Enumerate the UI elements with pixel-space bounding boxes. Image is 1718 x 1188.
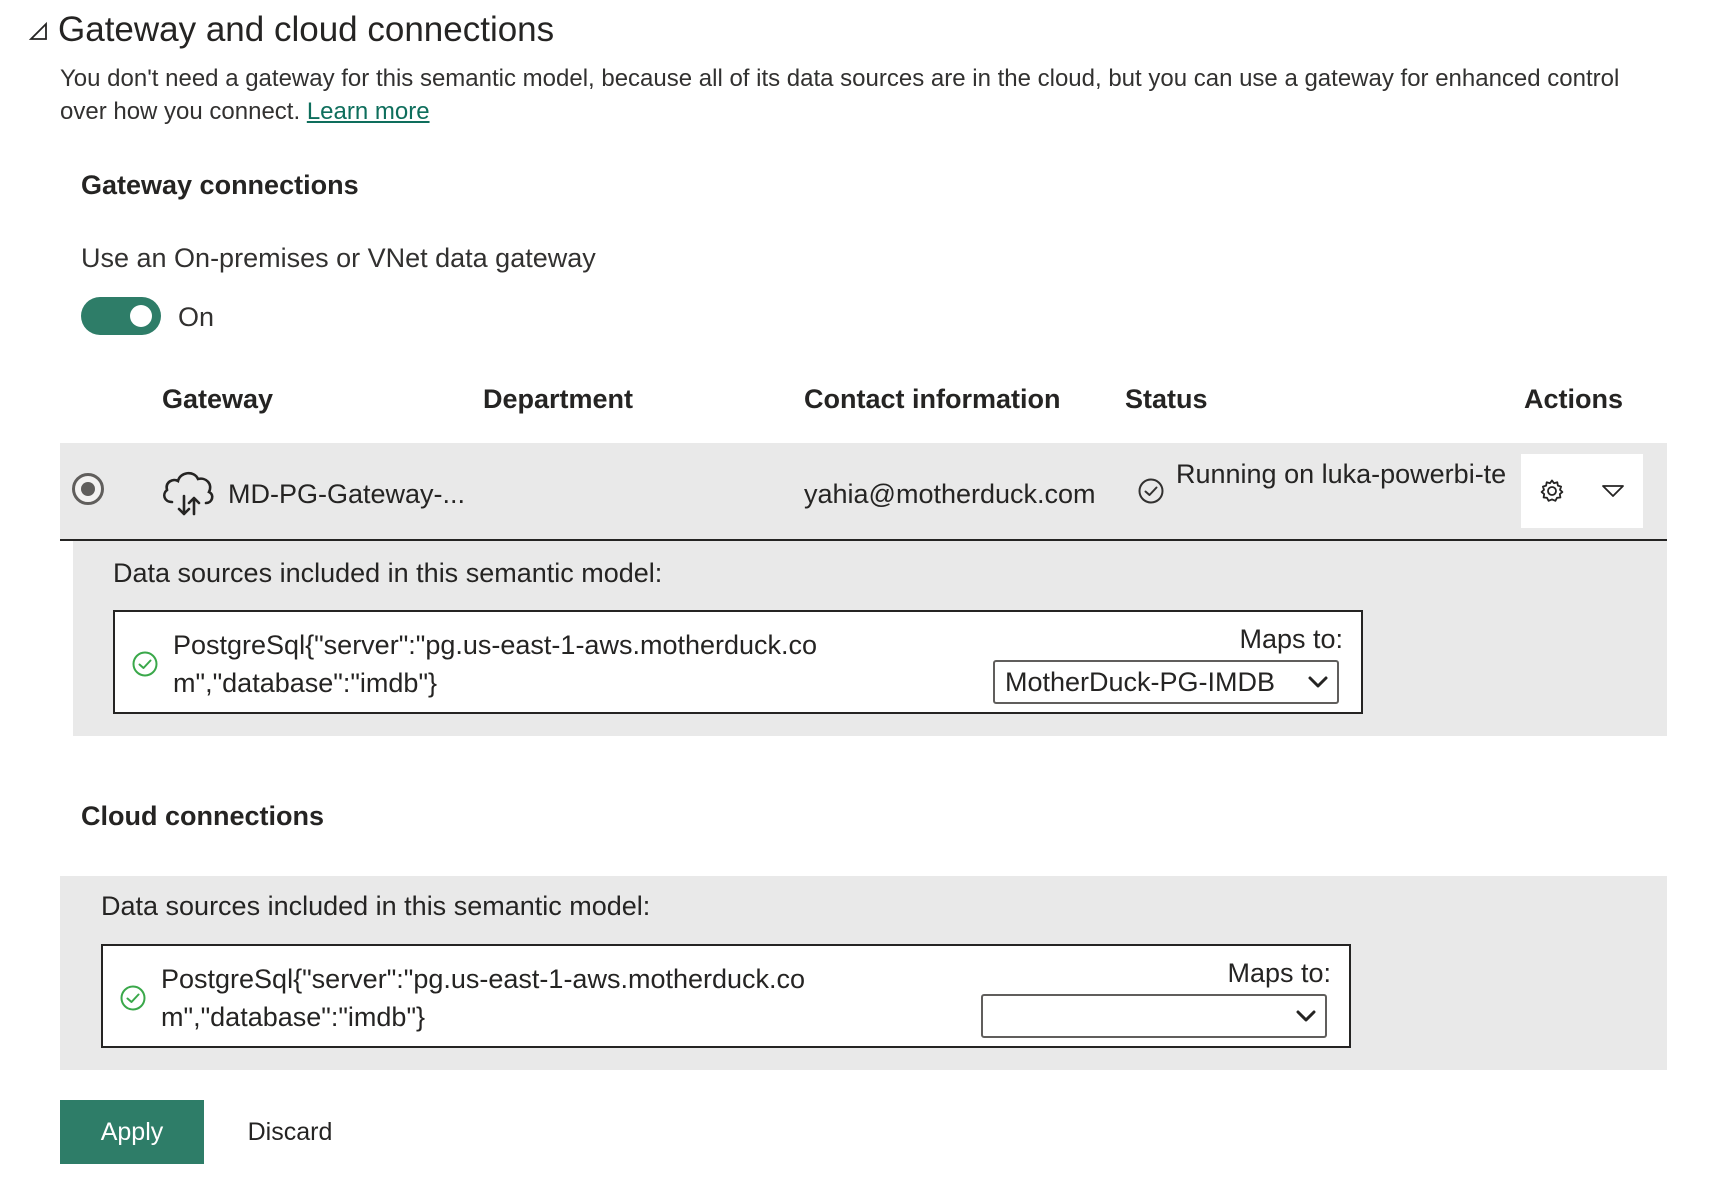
gateway-radio[interactable] [72,473,104,505]
cloud-datasource-item: PostgreSql{"server":"pg.us-east-1-aws.mo… [101,944,1351,1048]
gateway-maps-to-label: Maps to: [1239,624,1343,654]
gateway-datasource-item: PostgreSql{"server":"pg.us-east-1-aws.mo… [113,610,1363,714]
cloud-connections-heading: Cloud connections [81,801,324,831]
success-check-icon [120,985,146,1011]
cloud-maps-to-select[interactable] [981,994,1327,1038]
cloud-datasource-text: PostgreSql{"server":"pg.us-east-1-aws.mo… [161,964,806,1032]
collapse-triangle-icon[interactable] [28,21,50,43]
column-header-actions: Actions [1524,384,1624,414]
gateway-status: Running on luka-powerbi-te [1176,459,1507,489]
gateway-toggle-label: Use an On-premises or VNet data gateway [81,243,596,273]
gateway-datasources-label: Data sources included in this semantic m… [113,558,663,588]
chevron-down-icon[interactable] [1593,471,1633,511]
gateway-name: MD-PG-Gateway-... [228,479,466,509]
select-chevron-icon [1296,1010,1316,1022]
gateway-maps-to-value: MotherDuck-PG-IMDB [1005,667,1276,697]
gateway-datasources-panel: Data sources included in this semantic m… [73,541,1667,736]
check-circle-icon [1138,478,1164,504]
toggle-knob [130,305,152,327]
actions-cell [1521,454,1643,528]
column-header-gateway: Gateway [162,384,274,414]
select-chevron-icon [1308,676,1328,688]
gateway-maps-to-select[interactable]: MotherDuck-PG-IMDB [993,660,1339,704]
discard-button[interactable]: Discard [230,1100,350,1164]
gateway-toggle[interactable] [81,297,161,335]
gear-icon[interactable] [1532,471,1572,511]
section-title: Gateway and cloud connections [58,10,555,49]
gateway-datasource-text: PostgreSql{"server":"pg.us-east-1-aws.mo… [173,630,818,698]
gateway-connections-heading: Gateway connections [81,170,359,200]
column-header-status: Status [1125,384,1208,414]
gateway-contact: yahia@motherduck.com [804,479,1096,509]
column-header-contact: Contact information [804,384,1061,414]
radio-dot [81,482,95,496]
column-header-department: Department [483,384,634,414]
cloud-datasources-label: Data sources included in this semantic m… [101,891,651,921]
section-header[interactable]: Gateway and cloud connections [28,10,554,50]
success-check-icon [132,651,158,677]
section-description: You don't need a gateway for this semant… [60,62,1650,128]
cloud-datasources-panel: Data sources included in this semantic m… [60,876,1667,1070]
toggle-state-text: On [178,302,215,332]
cloud-maps-to-label: Maps to: [1227,958,1331,988]
learn-more-link[interactable]: Learn more [307,98,430,125]
apply-button[interactable]: Apply [60,1100,204,1164]
description-text: You don't need a gateway for this semant… [60,65,1620,125]
cloud-upload-download-icon [162,471,214,516]
